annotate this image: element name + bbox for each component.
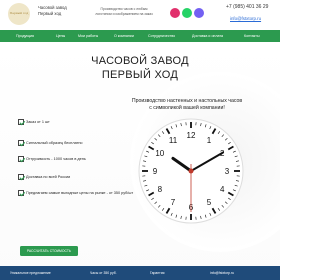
brand-line-2: Первый ход [38,10,62,16]
footer-email[interactable]: info@fstxtorp.ru [210,271,234,275]
calculate-price-button[interactable]: РАССЧИТАТЬ СТОИМОСТЬ [20,246,78,256]
feature-text: Заказ от 1 шт [26,120,50,124]
checkbox-icon [18,140,24,146]
nav-item-about[interactable]: О компании [114,34,134,38]
footer-price: Часы от 350 руб. [90,271,117,275]
nav-item-works[interactable]: Мои работы [78,34,98,38]
nav-item-cooperation[interactable]: Сотрудничество [148,34,175,38]
wall-clock-image: 121234567891011 [138,118,244,224]
tagline-line-1: Производство часов с любым [100,7,148,11]
checkbox-icon [18,119,24,125]
clock-center-pin [188,168,194,174]
clock-number: 1 [207,136,212,145]
brand-line-1: Часовой завод [38,5,67,10]
nav-item-products[interactable]: Продукция [16,34,34,38]
tagline: Производство часов с любым логотипом и и… [92,7,156,16]
instagram-icon[interactable] [170,8,180,18]
clock-number: 3 [225,167,230,176]
checkbox-icon [18,156,24,162]
title-line-2: ПЕРВЫЙ ХОД [101,69,179,81]
clock-number: 7 [171,198,176,207]
feature-text: Сигнальный образец бесплатно [26,141,83,145]
phone-number[interactable]: +7 (985) 401 36 29 [226,4,268,10]
feature-text: Предлагаем самые выгодные цены на рынке … [26,191,134,195]
email-link[interactable]: info@fstxtorp.ru [230,16,261,21]
footer-bar: Уникальное предложение Часы от 350 руб. … [0,266,280,280]
whatsapp-icon[interactable] [182,8,192,18]
footer-guarantee: Гарантия [150,271,165,275]
clock-number: 11 [169,136,178,145]
logo-text: Первый ход [9,11,29,15]
footer-offer: Уникальное предложение [10,271,51,275]
checkbox-icon [18,190,24,196]
clock-number: 4 [220,185,225,194]
clock-number: 10 [155,149,164,158]
clock-number: 5 [207,198,212,207]
title-line-1: ЧАСОВОЙ ЗАВОД [91,55,189,67]
logo[interactable]: Первый ход [8,3,30,25]
clock-number: 8 [158,185,163,194]
nav-item-delivery[interactable]: Доставка и оплата [192,34,223,38]
feature-text: Отгрузимость - 1000 часов в день [26,157,86,161]
feature-text: Доставка по всей России [26,175,71,179]
tagline-line-2: логотипом и изображением на заказ [95,11,153,16]
main-nav: Продукция Цены Мои работы О компании Сот… [0,30,280,42]
subtitle-line-2: с символикой вашей компании! [149,105,225,111]
checkbox-icon [18,174,24,180]
site-header: Первый ход Часовой завод Первый ход Прои… [0,0,280,28]
page-title: ЧАСОВОЙ ЗАВОД ПЕРВЫЙ ХОД [0,54,280,82]
clock-number: 9 [153,167,158,176]
nav-item-prices[interactable]: Цены [56,34,65,38]
nav-item-contacts[interactable]: Контакты [244,34,260,38]
subtitle-line-1: Производство настенных и настольных часо… [131,98,243,104]
brand-name: Часовой завод Первый ход [38,5,67,16]
hero-subtitle: Производство настенных и настольных часо… [92,98,282,112]
clock-number: 12 [187,131,196,140]
viber-icon[interactable] [194,8,204,18]
